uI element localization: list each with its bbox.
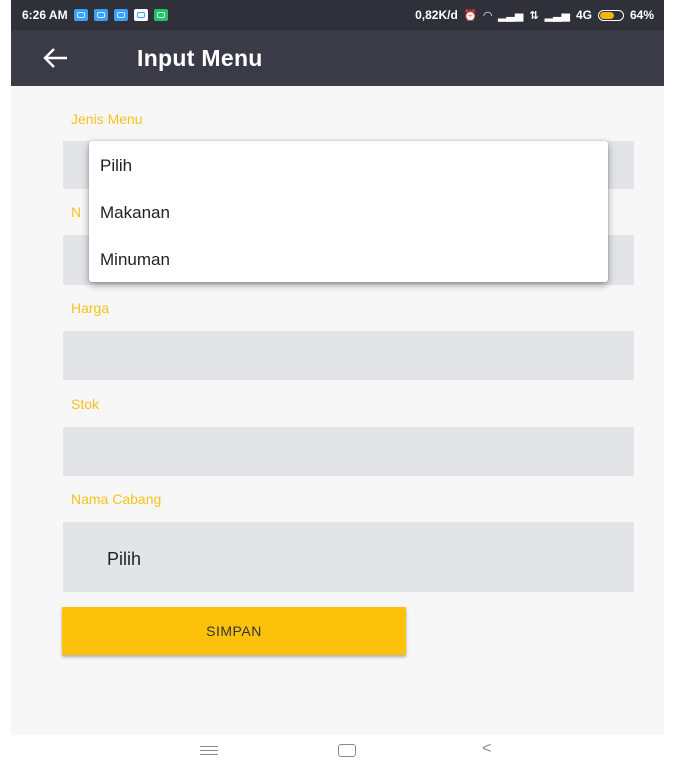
- jenis-menu-label: Jenis Menu: [71, 111, 143, 127]
- home-icon[interactable]: [338, 744, 356, 757]
- dropdown-option-makanan[interactable]: Makanan: [100, 203, 170, 223]
- simpan-button[interactable]: SIMPAN: [62, 607, 406, 655]
- dropdown-option-pilih[interactable]: Pilih: [100, 156, 132, 176]
- wifi-icon: ◠: [483, 9, 492, 22]
- signal-icon: ▂▃▅: [497, 9, 524, 22]
- battery-icon: [597, 9, 624, 21]
- notification-icon: [73, 9, 88, 21]
- back-icon[interactable]: <: [482, 740, 491, 758]
- navigation-bar: <: [0, 735, 675, 763]
- harga-field[interactable]: [63, 331, 634, 380]
- status-battery: 64%: [629, 8, 654, 22]
- page-title: Input Menu: [137, 45, 263, 71]
- notification-icon: [93, 9, 108, 21]
- nama-cabang-label: Nama Cabang: [71, 491, 162, 507]
- status-speed: 0,82K/d: [415, 8, 458, 22]
- nama-cabang-value: Pilih: [107, 549, 142, 569]
- nama-cabang-spinner[interactable]: Pilih: [63, 522, 634, 592]
- stok-field[interactable]: [63, 427, 634, 476]
- arrow-left-icon[interactable]: [41, 44, 71, 72]
- status-time: 6:26 AM: [22, 8, 68, 22]
- status-left: 6:26 AM: [22, 8, 168, 22]
- message-icon: [153, 9, 168, 21]
- dropdown-option-minuman[interactable]: Minuman: [100, 250, 170, 270]
- harga-label: Harga: [71, 300, 110, 316]
- alarm-icon: ⏰: [463, 9, 478, 22]
- jenis-menu-dropdown: Pilih Makanan Minuman: [89, 141, 608, 282]
- google-icon: [133, 9, 148, 21]
- status-network: 4G: [575, 8, 592, 22]
- menu-icon[interactable]: [200, 746, 218, 758]
- nama-menu-label: N: [71, 204, 82, 220]
- battery-fill: [599, 11, 614, 19]
- status-right: 0,82K/d ⏰ ◠ ▂▃▅ ⇅ ▂▃▅ 4G 64%: [415, 8, 654, 22]
- signal-icon: ▂▃▅: [544, 9, 570, 22]
- notification-icon: [113, 9, 128, 21]
- stok-label: Stok: [71, 396, 100, 412]
- data-arrows-icon: ⇅: [529, 9, 539, 22]
- status-bar: 6:26 AM 0,82K/d ⏰ ◠ ▂▃▅ ⇅ ▂▃▅ 4G 64%: [11, 0, 664, 30]
- app-bar: Input Menu: [11, 30, 664, 86]
- screen: 6:26 AM 0,82K/d ⏰ ◠ ▂▃▅ ⇅ ▂▃▅ 4G 64% Inp…: [11, 0, 664, 735]
